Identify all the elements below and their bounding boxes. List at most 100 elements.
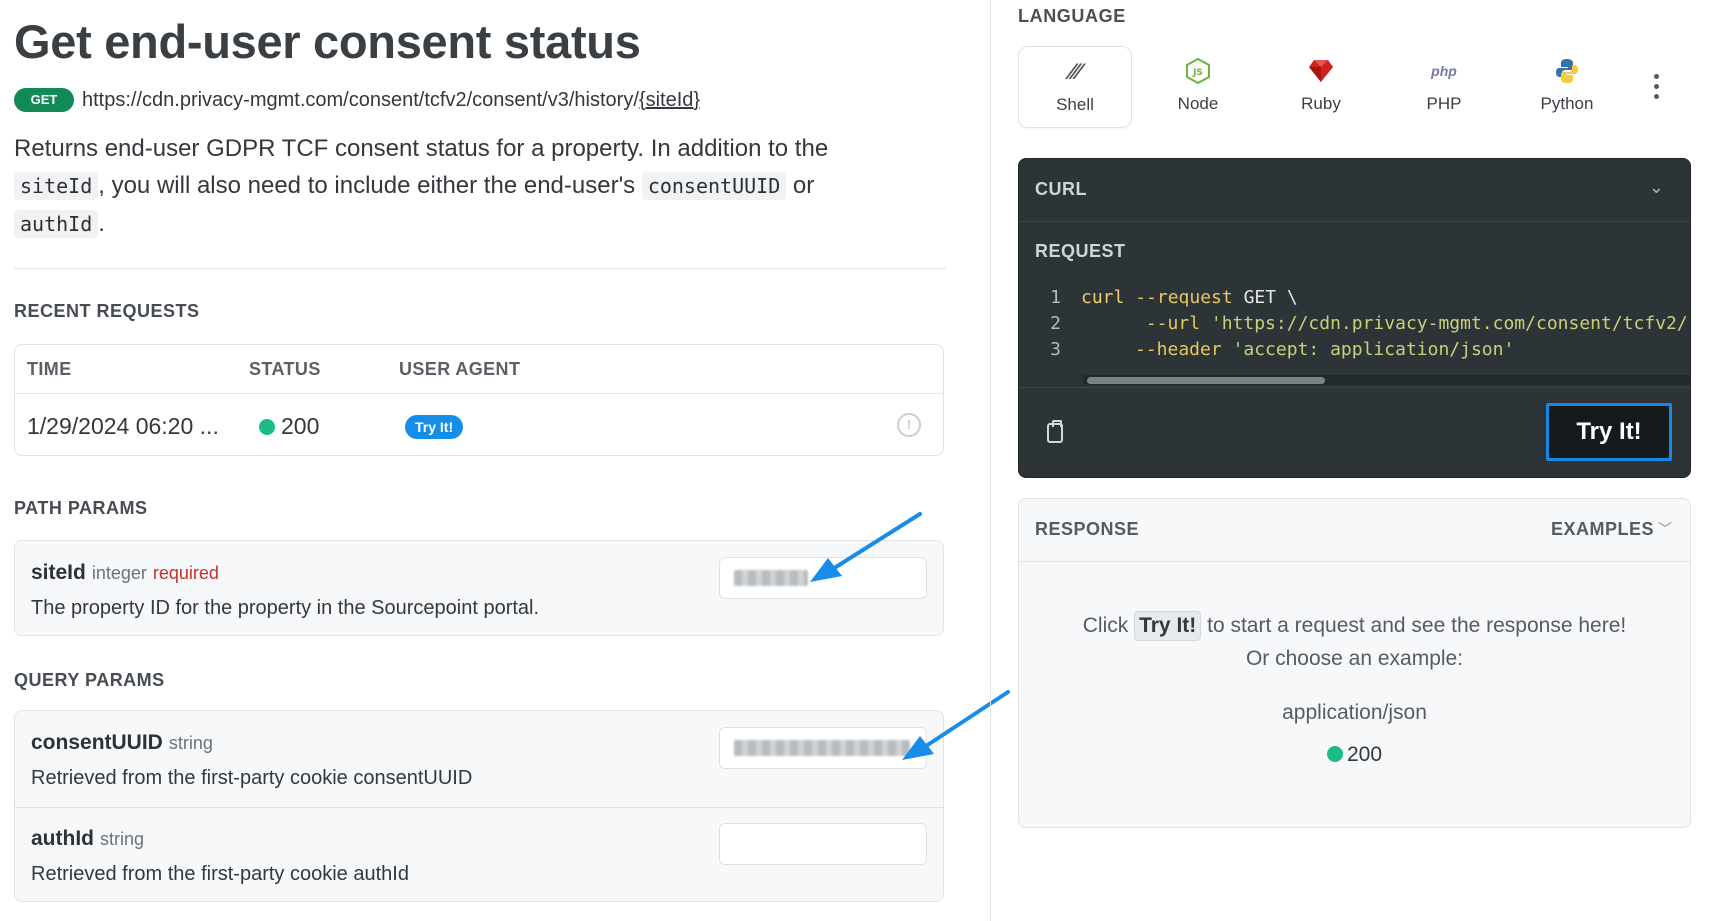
param-type: string (168, 733, 213, 753)
line-number: 3 (1050, 339, 1061, 360)
annotation-arrow (902, 690, 1010, 760)
code-panel-header[interactable]: CURL ⌄ (1019, 159, 1690, 222)
endpoint-url-base: https://cdn.privacy-mgmt.com/consent/tcf… (82, 89, 639, 111)
param-siteid-label: siteId integer required (31, 561, 219, 585)
code-panel: CURL ⌄ REQUEST 1 curl --request GET \ 2 -… (1018, 158, 1691, 478)
response-text: Or choose an example: (1245, 647, 1464, 670)
code-footer-divider (1019, 387, 1690, 388)
response-text: to start a request and see the response … (1207, 614, 1627, 637)
description-text: Returns end-user GDPR TCF consent status… (14, 135, 829, 162)
param-required: required (152, 563, 219, 583)
ruby-icon (1264, 58, 1378, 90)
param-consentuuid-label: consentUUID string (31, 731, 213, 755)
chevron-down-icon[interactable]: ﹀ (1658, 519, 1672, 539)
endpoint-url-param: {siteId} (638, 89, 701, 111)
response-panel: RESPONSE EXAMPLES ﹀ Click Try It! to sta… (1018, 498, 1691, 828)
status-success-dot (259, 419, 275, 435)
svg-text:JS: JS (1192, 68, 1203, 78)
authid-input[interactable] (719, 823, 927, 865)
description-text: , you will also need to include either t… (98, 172, 642, 199)
language-tab-label: Python (1540, 94, 1594, 113)
code-flag: --request (1135, 287, 1233, 308)
language-tab-ruby[interactable]: Ruby (1264, 46, 1378, 128)
status-success-dot (1326, 746, 1343, 762)
consentuuid-input[interactable] (719, 727, 927, 769)
info-icon[interactable]: ! (897, 413, 921, 437)
shell-icon: ⁄⁄⁄ (1069, 59, 1081, 84)
language-tab-node[interactable]: JS Node (1141, 46, 1255, 128)
query-params-box: consentUUID string Retrieved from the fir… (14, 710, 944, 902)
column-header-user-agent: USER AGENT (399, 359, 521, 379)
page-title: Get end-user consent status (14, 15, 641, 68)
example-status-200[interactable]: 200 (1019, 743, 1690, 767)
param-type: integer (91, 563, 147, 583)
description-text: or (786, 172, 815, 199)
code-scrollbar-thumb[interactable] (1087, 377, 1325, 384)
redacted-value (734, 570, 808, 586)
code-command: curl (1081, 287, 1125, 308)
code-flag: --header (1135, 339, 1222, 360)
response-header: RESPONSE EXAMPLES ﹀ (1019, 499, 1690, 562)
nodejs-icon: JS (1141, 57, 1255, 90)
code-text: GET \ (1232, 287, 1298, 308)
description-text: . (98, 210, 105, 237)
recent-requests-table: TIME STATUS USER AGENT 1/29/2024 06:20 .… (14, 344, 944, 456)
language-tab-label: PHP (1426, 94, 1462, 113)
code-consentuuid: consentUUID (641, 172, 787, 200)
column-divider (990, 0, 991, 921)
user-agent-badge: Try It! (405, 415, 464, 439)
path-params-box: siteId integer required The property ID fo… (14, 540, 944, 636)
request-label: REQUEST (1035, 241, 1126, 261)
param-description: Retrieved from the first-party cookie au… (31, 863, 409, 885)
chevron-down-icon[interactable]: ⌄ (1649, 177, 1664, 198)
path-params-heading: PATH PARAMS (14, 498, 148, 518)
recent-requests-heading: RECENT REQUESTS (14, 301, 200, 321)
language-heading: LANGUAGE (1018, 6, 1126, 26)
example-status-code: 200 (1346, 743, 1383, 766)
endpoint-description: Returns end-user GDPR TCF consent status… (14, 130, 914, 243)
code-siteid: siteId (14, 172, 99, 200)
code-line: 3 --header 'accept: application/json' (1035, 337, 1514, 363)
language-tab-php[interactable]: php PHP (1387, 46, 1501, 128)
code-line: 1 curl --request GET \ (1035, 285, 1298, 311)
language-tab-label: Node (1177, 94, 1219, 113)
param-name: siteId (31, 561, 86, 584)
annotation-arrow (810, 512, 922, 582)
response-title: RESPONSE (1035, 519, 1140, 539)
request-time[interactable]: 1/29/2024 06:20 ... (27, 413, 219, 440)
section-divider (14, 268, 946, 269)
column-header-time: TIME (27, 359, 72, 379)
column-header-status: STATUS (249, 359, 321, 379)
param-authid-label: authId string (31, 827, 144, 851)
code-string: 'https://cdn.privacy-mgmt.com/consent/tc… (1210, 313, 1688, 334)
line-number: 2 (1050, 313, 1061, 334)
language-tab-python[interactable]: Python (1510, 46, 1624, 128)
try-it-button[interactable]: Try It! (1546, 403, 1672, 461)
examples-dropdown[interactable]: EXAMPLES (1551, 519, 1654, 540)
param-description: The property ID for the property in the … (31, 597, 540, 619)
clipboard-icon[interactable] (1047, 420, 1063, 443)
line-number: 1 (1050, 287, 1061, 308)
language-tab-shell[interactable]: ⁄⁄⁄ Shell (1018, 46, 1132, 128)
param-description: Retrieved from the first-party cookie co… (31, 767, 473, 789)
more-options-icon[interactable] (1654, 74, 1660, 104)
request-status: 200 (281, 413, 320, 439)
python-icon (1510, 58, 1624, 90)
example-mime-type: application/json (1282, 701, 1427, 724)
language-tab-label: Shell (1056, 95, 1094, 114)
response-text: Click (1082, 614, 1129, 637)
response-placeholder-text: Click Try It! to start a request and see… (1019, 609, 1690, 675)
try-it-chip: Try It! (1134, 611, 1202, 641)
redacted-value (734, 740, 910, 756)
endpoint-url: https://cdn.privacy-mgmt.com/consent/tcf… (82, 88, 700, 112)
php-icon: php (1431, 63, 1457, 79)
row-divider (15, 393, 943, 394)
code-panel-title: CURL (1035, 179, 1087, 199)
param-row-authid: authId string Retrieved from the first-pa… (15, 807, 943, 903)
code-flag: --url (1145, 313, 1201, 334)
language-tab-label: Ruby (1301, 94, 1341, 113)
code-string: 'accept: application/json' (1232, 339, 1515, 360)
param-name: consentUUID (31, 731, 163, 754)
code-line: 2 --url 'https://cdn.privacy-mgmt.com/co… (1035, 311, 1688, 337)
param-type: string (100, 829, 145, 849)
